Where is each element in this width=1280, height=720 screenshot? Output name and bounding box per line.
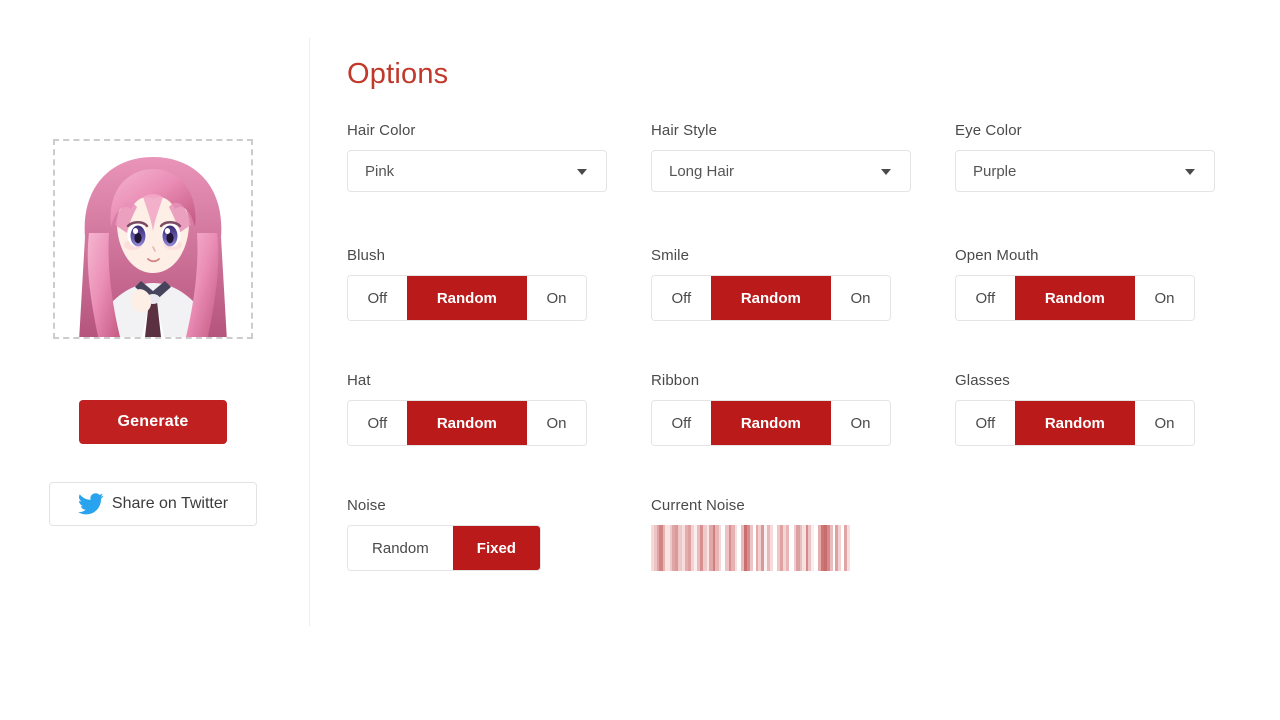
options-row-face: Blush Off Random On Smile Off Random On	[347, 247, 1257, 372]
hair-color-label: Hair Color	[347, 122, 416, 139]
field-current-noise: Current Noise	[651, 497, 911, 571]
hair-style-label: Hair Style	[651, 122, 718, 139]
blush-option-random[interactable]: Random	[406, 276, 528, 320]
smile-toggle-group: Off Random On	[651, 275, 891, 321]
avatar-frame	[53, 139, 253, 339]
options-grid: Hair Color Pink Hair Style Long Hair Eye…	[347, 122, 1257, 622]
blush-label: Blush	[347, 247, 386, 264]
field-hair-color: Hair Color Pink	[347, 122, 607, 192]
chevron-down-icon	[577, 169, 587, 175]
noise-option-fixed[interactable]: Fixed	[452, 526, 540, 570]
hair-style-value: Long Hair	[669, 162, 735, 180]
field-open-mouth: Open Mouth Off Random On	[955, 247, 1215, 321]
ribbon-label: Ribbon	[651, 372, 700, 389]
share-on-twitter-button[interactable]: Share on Twitter	[49, 482, 257, 526]
blush-option-off[interactable]: Off	[348, 276, 407, 320]
ribbon-option-random[interactable]: Random	[710, 401, 832, 445]
options-title: Options	[347, 58, 449, 90]
glasses-option-random[interactable]: Random	[1014, 401, 1136, 445]
noise-bar	[846, 525, 851, 571]
smile-option-random[interactable]: Random	[710, 276, 832, 320]
field-hat: Hat Off Random On	[347, 372, 607, 446]
chevron-down-icon	[881, 169, 891, 175]
twitter-bird-icon	[77, 493, 104, 515]
noise-label: Noise	[347, 497, 386, 514]
field-eye-color: Eye Color Purple	[955, 122, 1215, 192]
options-row-accessories: Hat Off Random On Ribbon Off Random On G…	[347, 372, 1257, 497]
noise-toggle-group: Random Fixed	[347, 525, 541, 571]
open-mouth-option-random[interactable]: Random	[1014, 276, 1136, 320]
field-ribbon: Ribbon Off Random On	[651, 372, 911, 446]
glasses-option-on[interactable]: On	[1135, 401, 1194, 445]
smile-option-on[interactable]: On	[831, 276, 890, 320]
open-mouth-option-off[interactable]: Off	[956, 276, 1015, 320]
glasses-option-off[interactable]: Off	[956, 401, 1015, 445]
current-noise-label: Current Noise	[651, 497, 745, 514]
generate-button[interactable]: Generate	[79, 400, 227, 444]
avatar-image	[55, 141, 251, 337]
glasses-label: Glasses	[955, 372, 1010, 389]
hat-toggle-group: Off Random On	[347, 400, 587, 446]
field-smile: Smile Off Random On	[651, 247, 911, 321]
hair-color-value: Pink	[365, 162, 395, 180]
field-noise: Noise Random Fixed	[347, 497, 607, 571]
field-hair-style: Hair Style Long Hair	[651, 122, 911, 192]
share-on-twitter-label: Share on Twitter	[111, 495, 229, 512]
eye-color-value: Purple	[973, 162, 1017, 180]
hat-option-random[interactable]: Random	[406, 401, 528, 445]
ribbon-option-off[interactable]: Off	[652, 401, 711, 445]
options-row-selects: Hair Color Pink Hair Style Long Hair Eye…	[347, 122, 1257, 247]
field-blush: Blush Off Random On	[347, 247, 607, 321]
blush-option-on[interactable]: On	[527, 276, 586, 320]
hat-option-on[interactable]: On	[527, 401, 586, 445]
blush-toggle-group: Off Random On	[347, 275, 587, 321]
eye-color-label: Eye Color	[955, 122, 1022, 139]
page-root: Generate Share on Twitter Options Hair C…	[0, 0, 1280, 720]
hair-style-select[interactable]: Long Hair	[651, 150, 911, 192]
hat-label: Hat	[347, 372, 371, 389]
options-panel: Options Hair Color Pink Hair Style Long …	[309, 0, 1280, 720]
field-glasses: Glasses Off Random On	[955, 372, 1215, 446]
options-row-noise: Noise Random Fixed Current Noise	[347, 497, 1257, 622]
open-mouth-label: Open Mouth	[955, 247, 1039, 264]
smile-label: Smile	[651, 247, 690, 264]
glasses-toggle-group: Off Random On	[955, 400, 1195, 446]
preview-panel: Generate Share on Twitter	[0, 0, 309, 720]
smile-option-off[interactable]: Off	[652, 276, 711, 320]
hair-color-select[interactable]: Pink	[347, 150, 607, 192]
ribbon-toggle-group: Off Random On	[651, 400, 891, 446]
hat-option-off[interactable]: Off	[348, 401, 407, 445]
noise-option-random[interactable]: Random	[348, 526, 453, 570]
chevron-down-icon	[1185, 169, 1195, 175]
open-mouth-toggle-group: Off Random On	[955, 275, 1195, 321]
ribbon-option-on[interactable]: On	[831, 401, 890, 445]
open-mouth-option-on[interactable]: On	[1135, 276, 1194, 320]
eye-color-select[interactable]: Purple	[955, 150, 1215, 192]
current-noise-visualization	[651, 525, 851, 571]
